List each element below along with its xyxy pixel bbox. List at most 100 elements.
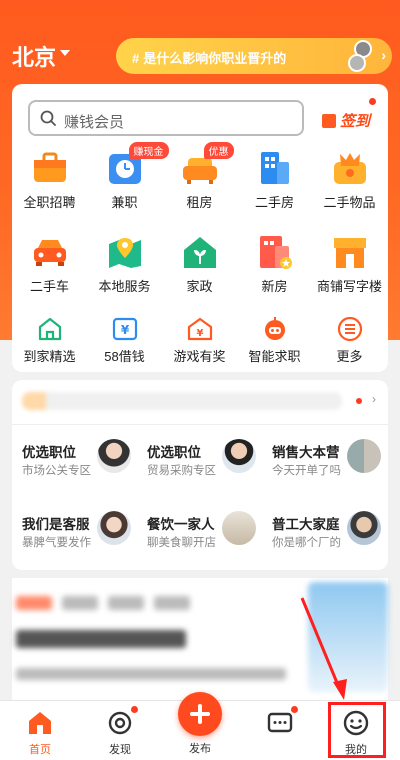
banner-text: 是什么影响你职业晋升的 — [143, 51, 287, 66]
avatar — [222, 439, 256, 473]
notification-dot — [131, 706, 138, 713]
chevron-right-icon: › — [381, 47, 386, 63]
category-item[interactable]: 商铺写字楼 — [312, 234, 387, 295]
category-label: 新房 — [261, 279, 288, 294]
hash-icon: # — [132, 51, 140, 66]
robot-icon — [262, 316, 288, 342]
category-label: 游戏有奖 — [173, 349, 226, 364]
feed-tab[interactable] — [154, 596, 190, 610]
job-community-item[interactable]: 我们是客服 暴脾气要发作 — [12, 497, 137, 567]
category-label: 二手物品 — [323, 195, 376, 210]
job-title: 销售大本营 — [272, 445, 340, 460]
feed-tab[interactable] — [62, 596, 98, 610]
category-item[interactable]: 二手车 — [12, 234, 87, 295]
category-item[interactable]: 新房 — [237, 234, 312, 295]
sofa-icon: 优惠 — [182, 142, 234, 186]
job-community-item[interactable]: 餐饮一家人 聊美食聊开店 — [137, 497, 262, 567]
notification-dot — [291, 706, 298, 713]
promo-banner[interactable]: # 是什么影响你职业晋升的 › — [116, 38, 392, 74]
search-input[interactable]: 赚钱会员 — [28, 100, 304, 136]
feed-image[interactable] — [308, 582, 388, 692]
category-item[interactable]: ¥ 游戏有奖 — [162, 316, 237, 365]
publish-button[interactable] — [178, 692, 222, 736]
category-label: 58借钱 — [104, 349, 145, 364]
category-label: 本地服务 — [98, 279, 151, 294]
category-item[interactable]: 二手物品 — [312, 150, 387, 211]
category-item[interactable]: 全职招聘 — [12, 150, 87, 211]
job-subtitle: 市场公关专区 — [22, 465, 91, 477]
new-house-icon — [257, 234, 293, 270]
notice-bar[interactable] — [22, 392, 342, 410]
feed-tab[interactable] — [16, 596, 52, 610]
crown-icon — [332, 150, 368, 186]
badge: 优惠 — [203, 142, 234, 159]
category-item[interactable]: 家政 — [162, 234, 237, 295]
checkin-icon — [321, 113, 336, 128]
feed-section — [12, 578, 388, 700]
job-subtitle: 聊美食聊开店 — [147, 537, 216, 549]
yen-card-icon: ¥ — [112, 316, 138, 342]
svg-text:¥: ¥ — [120, 323, 129, 337]
chevron-down-icon[interactable] — [60, 50, 70, 56]
job-community-grid: 优选职位 市场公关专区 优选职位 贸易采购专区 销售大本营 今天开单了吗 我们是… — [12, 424, 388, 570]
job-subtitle: 今天开单了吗 — [272, 465, 341, 477]
building-icon — [257, 150, 293, 186]
city-selector[interactable]: 北京 — [12, 40, 56, 72]
home-icon — [26, 709, 54, 737]
briefcase-icon — [32, 150, 68, 186]
job-community-item[interactable]: 优选职位 市场公关专区 — [12, 425, 137, 495]
notification-dot — [369, 98, 376, 105]
job-subtitle: 贸易采购专区 — [147, 465, 216, 477]
nav-home[interactable]: 首页 — [0, 709, 80, 757]
checkin-button[interactable]: 签到 — [321, 98, 376, 131]
avatar — [347, 511, 381, 545]
category-label: 租房 — [186, 195, 213, 210]
job-title: 优选职位 — [22, 445, 76, 460]
phone-screen: 北京 # 是什么影响你职业晋升的 › 赚钱会员 签到 全职招聘 赚现金 兼职 优… — [0, 0, 400, 760]
avatar — [347, 439, 381, 473]
nav-messages[interactable] — [240, 706, 320, 737]
job-community-item[interactable]: 销售大本营 今天开单了吗 — [262, 425, 387, 495]
job-title: 优选职位 — [147, 445, 201, 460]
message-icon — [266, 706, 298, 737]
category-item[interactable]: ¥ 58借钱 — [87, 316, 162, 365]
category-item[interactable]: 赚现金 兼职 — [87, 142, 169, 211]
house-leaf-icon — [182, 234, 218, 270]
services-card: 赚钱会员 签到 全职招聘 赚现金 兼职 优惠 租房 二手房 二手物品 二手车 本… — [12, 84, 388, 372]
job-title: 我们是客服 — [22, 517, 90, 532]
nav-discover[interactable]: 发现 — [80, 706, 160, 757]
category-item[interactable]: 到家精选 — [12, 316, 87, 365]
category-item[interactable]: 智能求职 — [237, 316, 312, 365]
job-community-item[interactable]: 优选职位 贸易采购专区 — [137, 425, 262, 495]
discover-icon — [106, 706, 138, 737]
search-icon — [40, 110, 56, 126]
menu-circle-icon — [337, 316, 363, 342]
category-item[interactable]: 优惠 租房 — [162, 142, 237, 211]
shop-icon — [332, 234, 368, 270]
job-community-item[interactable]: 普工大家庭 你是哪个厂的 — [262, 497, 387, 567]
avatar — [97, 439, 131, 473]
category-label: 智能求职 — [248, 349, 301, 364]
chevron-right-icon[interactable]: › — [372, 392, 376, 406]
category-item[interactable]: 更多 — [312, 316, 387, 365]
job-subtitle: 暴脾气要发作 — [22, 537, 91, 549]
feed-tab[interactable] — [108, 596, 144, 610]
clock-icon: 赚现金 — [107, 142, 169, 186]
job-title: 餐饮一家人 — [147, 517, 215, 532]
avatar — [97, 511, 131, 545]
category-label: 商铺写字楼 — [316, 279, 382, 294]
nav-label: 发现 — [109, 744, 131, 756]
category-item[interactable]: 二手房 — [237, 150, 312, 211]
notification-dot — [356, 398, 362, 404]
car-icon — [32, 234, 68, 270]
category-label: 到家精选 — [23, 349, 76, 364]
category-label: 全职招聘 — [23, 195, 76, 210]
search-placeholder: 赚钱会员 — [64, 114, 125, 131]
job-title: 普工大家庭 — [272, 517, 340, 532]
category-item[interactable]: 本地服务 — [87, 234, 162, 295]
category-label: 家政 — [186, 279, 213, 294]
avatar — [348, 54, 366, 72]
category-label: 二手房 — [254, 195, 294, 210]
job-subtitle: 你是哪个厂的 — [272, 537, 341, 549]
feed-headline[interactable] — [16, 630, 186, 648]
